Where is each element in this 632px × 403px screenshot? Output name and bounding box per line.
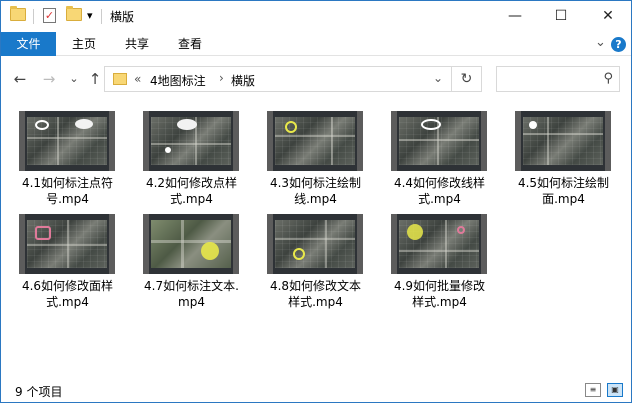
- ribbon: 文件 主页 共享 查看 ⌄ ?: [1, 32, 631, 56]
- path-overflow[interactable]: «: [134, 72, 141, 86]
- chevron-down-icon[interactable]: ⌄: [433, 71, 443, 85]
- breadcrumb-item[interactable]: 横版: [231, 72, 255, 89]
- title-separator: [101, 9, 102, 24]
- file-item[interactable]: 4.7如何标注文本. mp4: [139, 204, 244, 309]
- minimize-button[interactable]: —: [492, 1, 538, 32]
- properties-icon[interactable]: ✓: [43, 8, 56, 23]
- video-thumbnail-icon: [391, 214, 487, 274]
- forward-button[interactable]: →: [39, 69, 59, 89]
- file-item[interactable]: 4.3如何标注绘制 线.mp4: [263, 101, 368, 206]
- file-name: 4.7如何标注文本. mp4: [144, 279, 239, 309]
- file-name: 4.3如何标注绘制 线.mp4: [269, 176, 362, 206]
- tab-share[interactable]: 共享: [114, 32, 160, 56]
- file-name: 4.5如何标注绘制 面.mp4: [517, 176, 610, 206]
- video-thumbnail-icon: [391, 111, 487, 171]
- file-item[interactable]: 4.9如何批量修改 样式.mp4: [387, 204, 492, 309]
- title-bar: ✓ ▾ 横版 — ☐ ✕: [1, 1, 631, 32]
- tab-view[interactable]: 查看: [167, 32, 213, 56]
- new-folder-icon[interactable]: [66, 6, 82, 21]
- video-thumbnail-icon: [515, 111, 611, 171]
- back-button[interactable]: ←: [10, 69, 30, 89]
- video-thumbnail-icon: [19, 214, 115, 274]
- tab-home[interactable]: 主页: [61, 32, 107, 56]
- file-list: 4.1如何标注点符 号.mp4 4.2如何修改点样 式.mp4 4.3如何标注绘…: [1, 101, 631, 381]
- file-name: 4.8如何修改文本 样式.mp4: [269, 279, 362, 309]
- file-name: 4.1如何标注点符 号.mp4: [21, 176, 114, 206]
- video-thumbnail-icon: [267, 214, 363, 274]
- maximize-button[interactable]: ☐: [538, 1, 584, 32]
- folder-icon: [113, 73, 127, 85]
- file-item[interactable]: 4.4如何修改线样 式.mp4: [387, 101, 492, 206]
- file-item[interactable]: 4.5如何标注绘制 面.mp4: [511, 101, 616, 206]
- tab-file[interactable]: 文件: [1, 32, 56, 56]
- details-view-icon[interactable]: ≡: [585, 383, 601, 397]
- chevron-down-icon[interactable]: ⌄: [595, 35, 606, 50]
- video-thumbnail-icon: [267, 111, 363, 171]
- item-count: 9 个项目: [15, 385, 63, 399]
- file-item[interactable]: 4.6如何修改面样 式.mp4: [15, 204, 120, 309]
- close-button[interactable]: ✕: [585, 1, 631, 32]
- explorer-window: ✓ ▾ 横版 — ☐ ✕ 文件 主页 共享 查看 ⌄ ? ← → ⌄ ↑ « 4…: [0, 0, 632, 403]
- search-input[interactable]: ⚲: [496, 66, 620, 92]
- folder-icon: [10, 6, 26, 21]
- file-name: 4.6如何修改面样 式.mp4: [21, 279, 114, 309]
- file-item[interactable]: 4.2如何修改点样 式.mp4: [139, 101, 244, 206]
- file-name: 4.4如何修改线样 式.mp4: [393, 176, 486, 206]
- customize-toolbar-icon[interactable]: ▾: [87, 9, 93, 22]
- video-thumbnail-icon: [143, 214, 239, 274]
- up-button[interactable]: ↑: [85, 69, 105, 89]
- address-bar[interactable]: « 4地图标注 › 横版 ⌄: [104, 66, 452, 92]
- large-icons-view-icon[interactable]: ▣: [607, 383, 623, 397]
- recent-locations-button[interactable]: ⌄: [64, 69, 84, 89]
- title-separator: [33, 9, 34, 24]
- status-bar: 9 个项目 ≡ ▣: [1, 379, 631, 402]
- help-icon[interactable]: ?: [611, 37, 626, 52]
- video-thumbnail-icon: [19, 111, 115, 171]
- breadcrumb-item[interactable]: 4地图标注: [150, 72, 206, 89]
- video-thumbnail-icon: [143, 111, 239, 171]
- window-title: 横版: [110, 10, 135, 24]
- file-name: 4.9如何批量修改 样式.mp4: [393, 279, 486, 309]
- refresh-button[interactable]: ↻: [452, 66, 482, 92]
- file-item[interactable]: 4.8如何修改文本 样式.mp4: [263, 204, 368, 309]
- breadcrumb-separator[interactable]: ›: [219, 71, 224, 85]
- file-item[interactable]: 4.1如何标注点符 号.mp4: [15, 101, 120, 206]
- search-icon: ⚲: [603, 71, 613, 86]
- navigation-bar: ← → ⌄ ↑ « 4地图标注 › 横版 ⌄ ↻ ⚲: [1, 57, 631, 101]
- file-name: 4.2如何修改点样 式.mp4: [145, 176, 238, 206]
